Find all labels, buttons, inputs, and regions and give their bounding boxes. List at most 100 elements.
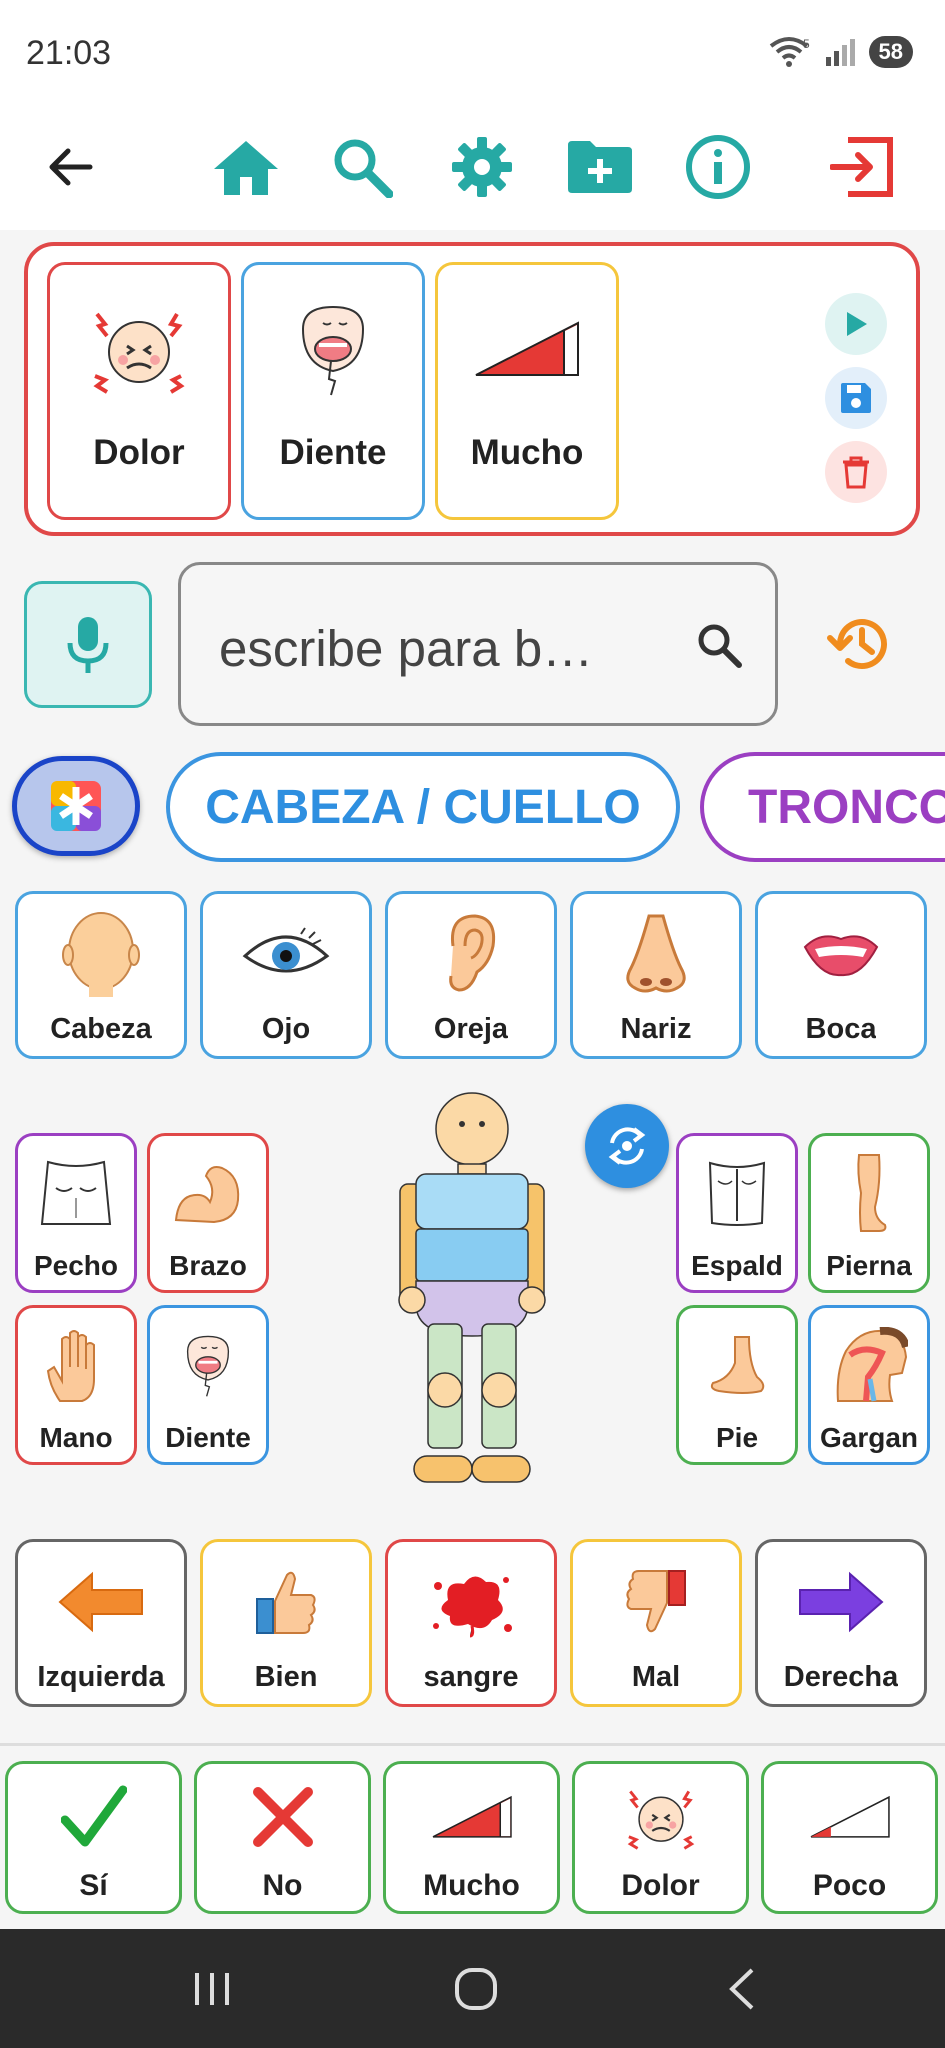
microphone-icon (67, 616, 109, 673)
vocab-card[interactable]: Ojo (200, 891, 372, 1059)
sentence-item[interactable]: Diente (241, 262, 425, 520)
recent-apps-button[interactable] (182, 1959, 242, 2019)
delete-button[interactable] (825, 441, 887, 503)
descriptor-label: sangre (423, 1661, 519, 1693)
home-circle-icon (455, 1968, 497, 2010)
sentence-item[interactable]: Mucho (435, 262, 619, 520)
recent-apps-icon (195, 1973, 229, 2005)
descriptor-label: Mal (631, 1661, 681, 1693)
descriptor-label: Bien (254, 1661, 318, 1693)
divider (0, 1743, 945, 1746)
body-part-card[interactable]: Pie (676, 1305, 798, 1465)
save-button[interactable] (825, 367, 887, 429)
body-part-label: Pierna (826, 1250, 912, 1281)
blood-icon (433, 1575, 512, 1637)
leg-icon (857, 1154, 887, 1232)
body-part-card[interactable]: Mano (15, 1305, 137, 1465)
home-nav-button[interactable] (446, 1959, 506, 2019)
history-button[interactable] (826, 614, 890, 679)
right-arrow-icon (799, 1571, 884, 1632)
body-figure[interactable] (392, 1092, 552, 1488)
back-button[interactable] (30, 127, 110, 207)
descriptor-card[interactable]: Derecha (755, 1539, 927, 1707)
descriptor-card[interactable]: Bien (200, 1539, 372, 1707)
body-part-card[interactable]: Pecho (15, 1133, 137, 1293)
info-button[interactable] (678, 127, 758, 207)
much-ramp-icon (475, 321, 579, 376)
exit-button[interactable] (822, 127, 902, 207)
body-part-label: Mano (39, 1422, 113, 1453)
quick-card[interactable]: Mucho (383, 1761, 560, 1914)
signal-icon (825, 39, 855, 66)
descriptor-card[interactable]: Mal (570, 1539, 742, 1707)
body-part-label: Pecho (33, 1250, 119, 1281)
body-part-label: Pie (715, 1422, 759, 1453)
sentence-item-label: Dolor (93, 433, 185, 472)
descriptor-label: Derecha (783, 1661, 899, 1693)
body-part-label: Diente (165, 1422, 251, 1453)
quick-label: Poco (812, 1869, 887, 1902)
body-part-card[interactable]: Brazo (147, 1133, 269, 1293)
sentence-item-label: Mucho (470, 433, 584, 472)
quick-card[interactable]: No (194, 1761, 371, 1914)
left-arrow-icon (58, 1571, 143, 1632)
rotate-icon (608, 1127, 646, 1165)
vocab-label: Ojo (261, 1013, 311, 1045)
top-toolbar (0, 105, 945, 230)
status-time: 21:03 (26, 34, 112, 72)
search-button[interactable] (322, 127, 402, 207)
trash-icon (843, 456, 869, 489)
history-icon (827, 619, 887, 670)
cross-icon (252, 1786, 313, 1847)
quick-card[interactable]: Poco (761, 1761, 938, 1914)
status-bar: 21:03 5 58 (0, 0, 945, 105)
thumbs-up-icon (256, 1571, 316, 1634)
home-button[interactable] (206, 127, 286, 207)
sentence-strip: Dolor Diente Mucho (24, 242, 920, 536)
folder-add-icon (568, 141, 632, 193)
chevron-left-icon (729, 1968, 754, 2010)
back-icon (708, 1161, 766, 1226)
search-icon (334, 139, 393, 198)
sentence-item[interactable]: Dolor (47, 262, 231, 520)
descriptor-card[interactable]: Izquierda (15, 1539, 187, 1707)
descriptor-label: Izquierda (37, 1661, 165, 1693)
vocab-card[interactable]: Cabeza (15, 891, 187, 1059)
arm-icon (174, 1166, 240, 1224)
throat-icon (836, 1327, 908, 1402)
category-medical[interactable] (12, 756, 140, 856)
search-box[interactable]: escribe para b… (178, 562, 778, 726)
add-folder-button[interactable] (560, 127, 640, 207)
medical-star-icon (51, 781, 101, 831)
much-ramp-icon (432, 1795, 512, 1838)
descriptor-card[interactable]: sangre (385, 1539, 557, 1707)
settings-button[interactable] (442, 127, 522, 207)
settings-gear-icon (452, 137, 512, 197)
search-input[interactable]: escribe para b… (219, 619, 593, 678)
pain-face-icon (627, 1790, 694, 1850)
quick-card[interactable]: Sí (5, 1761, 182, 1914)
nose-icon (626, 914, 686, 992)
body-part-card[interactable]: Espald (676, 1133, 798, 1293)
quick-label: Mucho (423, 1869, 520, 1902)
play-button[interactable] (825, 293, 887, 355)
rotate-figure-button[interactable] (585, 1104, 669, 1188)
search-icon (698, 624, 742, 668)
svg-text:5: 5 (803, 37, 810, 51)
tooth-face-icon (186, 1335, 230, 1397)
vocab-card[interactable]: Oreja (385, 891, 557, 1059)
category-head-neck[interactable]: CABEZA / CUELLO (166, 752, 680, 862)
battery-indicator: 58 (868, 36, 913, 68)
body-part-card[interactable]: Gargan (808, 1305, 930, 1465)
save-icon (841, 383, 871, 413)
vocab-card[interactable]: Nariz (570, 891, 742, 1059)
quick-card[interactable]: Dolor (572, 1761, 749, 1914)
microphone-button[interactable] (24, 581, 152, 708)
body-part-card[interactable]: Diente (147, 1305, 269, 1465)
back-nav-button[interactable] (712, 1959, 772, 2019)
body-part-card[interactable]: Pierna (808, 1133, 930, 1293)
tooth-face-icon (301, 305, 365, 396)
vocab-card[interactable]: Boca (755, 891, 927, 1059)
back-arrow-icon (49, 148, 93, 186)
category-trunk[interactable]: TRONCO (700, 752, 945, 862)
